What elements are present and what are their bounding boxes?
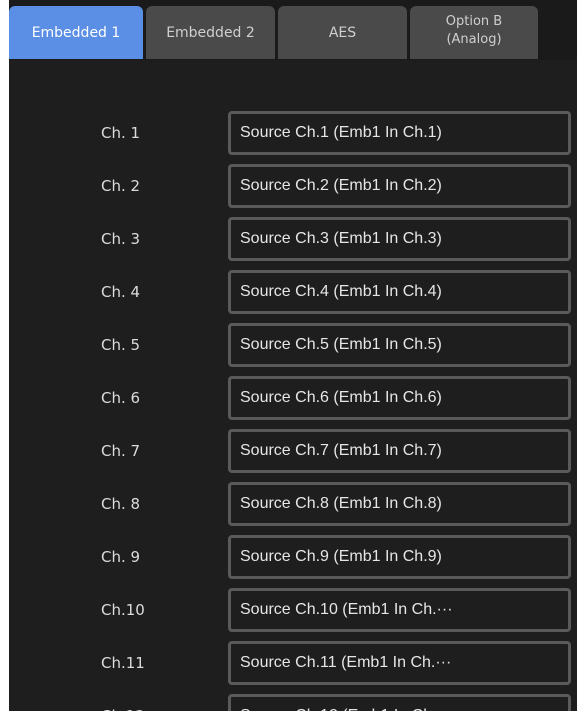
source-select-button[interactable]: Source Ch.10 (Emb1 In Ch.··· (228, 588, 571, 632)
channel-row: Ch.10 Source Ch.10 (Emb1 In Ch.··· (9, 588, 577, 632)
channel-row: Ch. 9 Source Ch.9 (Emb1 In Ch.9) (9, 535, 577, 579)
source-select-button[interactable]: Source Ch.9 (Emb1 In Ch.9) (228, 535, 571, 579)
channel-label: Ch. 7 (101, 442, 141, 460)
channel-label: Ch. 8 (101, 495, 141, 513)
source-select-button[interactable]: Source Ch.11 (Emb1 In Ch.··· (228, 641, 571, 685)
channel-label: Ch. 4 (101, 283, 141, 301)
tab-embedded-2[interactable]: Embedded 2 (146, 6, 275, 59)
tab-bar: Embedded 1 Embedded 2 AES Option B (Anal… (9, 0, 577, 60)
source-select-button[interactable]: Source Ch.3 (Emb1 In Ch.3) (228, 217, 571, 261)
channel-row: Ch. 6 Source Ch.6 (Emb1 In Ch.6) (9, 376, 577, 420)
channel-row: Ch. 1 Source Ch.1 (Emb1 In Ch.1) (9, 111, 577, 155)
source-select-button[interactable]: Source Ch.5 (Emb1 In Ch.5) (228, 323, 571, 367)
channel-row: Ch.12 Source Ch.12 (Emb1 In Ch.··· (9, 694, 577, 711)
channel-label: Ch. 6 (101, 389, 141, 407)
audio-routing-panel: Embedded 1 Embedded 2 AES Option B (Anal… (9, 0, 577, 711)
channel-row: Ch. 3 Source Ch.3 (Emb1 In Ch.3) (9, 217, 577, 261)
tab-embedded-1[interactable]: Embedded 1 (9, 6, 143, 59)
channel-label: Ch. 3 (101, 230, 141, 248)
channel-label: Ch.12 (101, 694, 145, 711)
source-select-button[interactable]: Source Ch.7 (Emb1 In Ch.7) (228, 429, 571, 473)
channel-row: Ch. 5 Source Ch.5 (Emb1 In Ch.5) (9, 323, 577, 367)
channel-label: Ch. 5 (101, 336, 141, 354)
channel-row: Ch.11 Source Ch.11 (Emb1 In Ch.··· (9, 641, 577, 685)
channel-label: Ch. 2 (101, 177, 141, 195)
source-select-button[interactable]: Source Ch.1 (Emb1 In Ch.1) (228, 111, 571, 155)
channel-label: Ch.10 (101, 601, 145, 619)
channel-label: Ch.11 (101, 654, 145, 672)
channel-row: Ch. 7 Source Ch.7 (Emb1 In Ch.7) (9, 429, 577, 473)
channel-row: Ch. 2 Source Ch.2 (Emb1 In Ch.2) (9, 164, 577, 208)
channel-label: Ch. 9 (101, 548, 141, 566)
source-select-button[interactable]: Source Ch.12 (Emb1 In Ch.··· (228, 694, 571, 711)
source-select-button[interactable]: Source Ch.8 (Emb1 In Ch.8) (228, 482, 571, 526)
channel-label: Ch. 1 (101, 124, 141, 142)
source-select-button[interactable]: Source Ch.2 (Emb1 In Ch.2) (228, 164, 571, 208)
channel-row: Ch. 8 Source Ch.8 (Emb1 In Ch.8) (9, 482, 577, 526)
tab-aes[interactable]: AES (278, 6, 407, 59)
source-select-button[interactable]: Source Ch.4 (Emb1 In Ch.4) (228, 270, 571, 314)
source-select-button[interactable]: Source Ch.6 (Emb1 In Ch.6) (228, 376, 571, 420)
channel-row: Ch. 4 Source Ch.4 (Emb1 In Ch.4) (9, 270, 577, 314)
tab-option-b-analog[interactable]: Option B (Analog) (410, 6, 538, 59)
